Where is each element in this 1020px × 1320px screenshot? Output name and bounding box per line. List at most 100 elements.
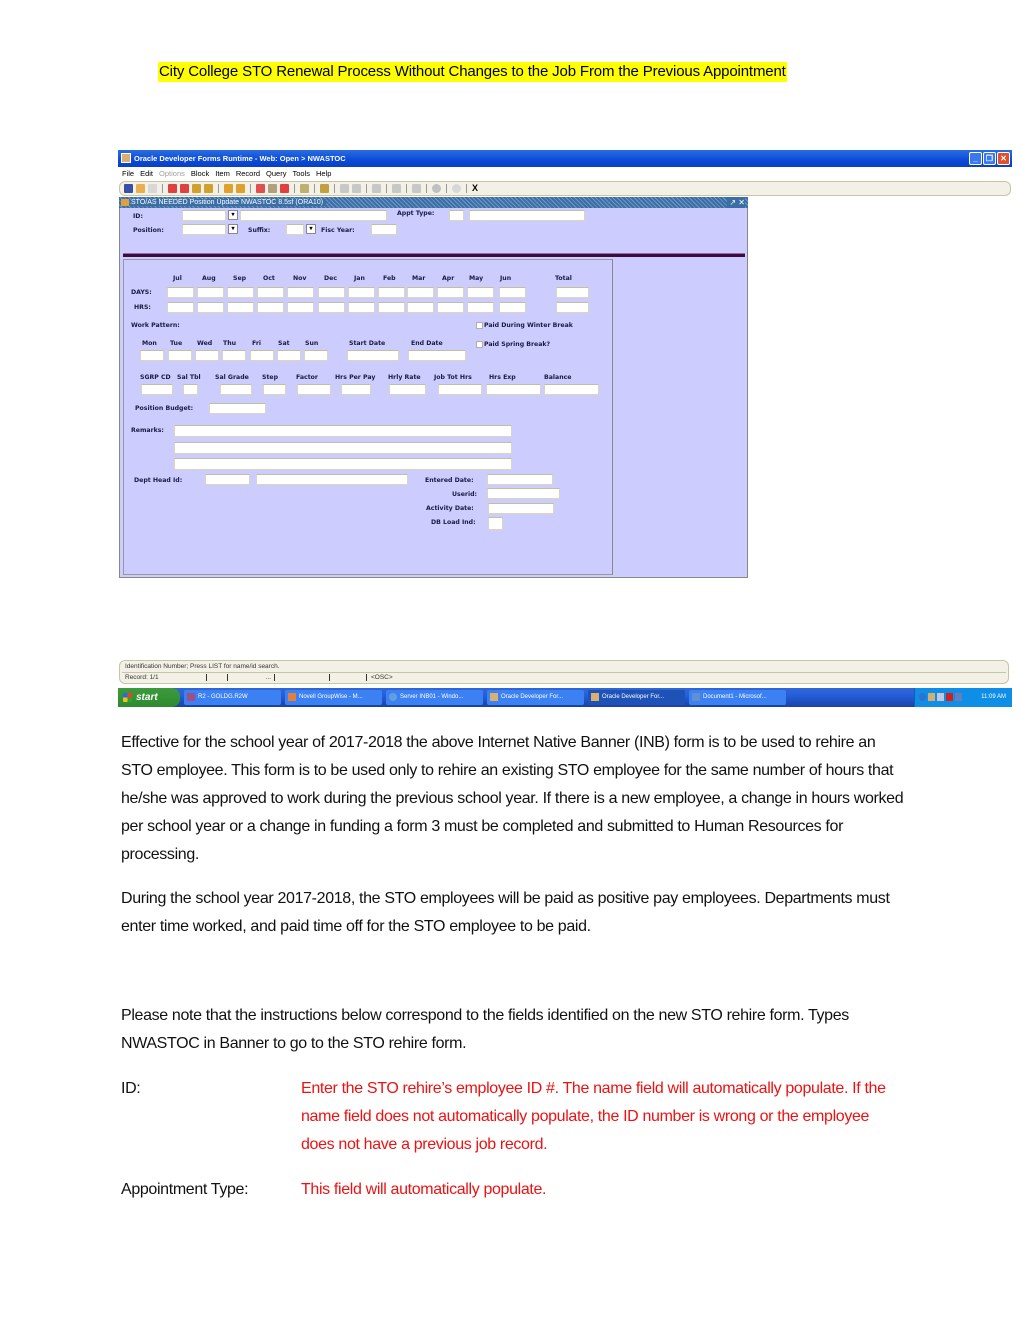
next-block-icon[interactable] xyxy=(180,184,189,193)
menu-help[interactable]: Help xyxy=(316,167,331,180)
menu-file[interactable]: File xyxy=(122,167,134,180)
export-icon[interactable] xyxy=(320,184,329,193)
previous-block-icon[interactable] xyxy=(168,184,177,193)
taskbar-item[interactable]: R2 - GOLDG.R2W xyxy=(184,690,281,705)
hrs-jun-input[interactable] xyxy=(499,302,526,313)
days-feb-input[interactable] xyxy=(378,287,405,298)
employee-name-field[interactable] xyxy=(240,210,387,221)
form-window-controls[interactable]: ↗ ✕ xyxy=(727,197,745,208)
menu-tools[interactable]: Tools xyxy=(292,167,310,180)
balance-input[interactable] xyxy=(544,384,599,395)
hrs-sep-input[interactable] xyxy=(227,302,254,313)
tray-mail-icon[interactable] xyxy=(937,693,944,701)
days-may-input[interactable] xyxy=(467,287,494,298)
insert-record-icon[interactable] xyxy=(256,184,265,193)
menu-edit[interactable]: Edit xyxy=(140,167,153,180)
menu-record[interactable]: Record xyxy=(236,167,260,180)
position-dropdown-button[interactable]: ▾ xyxy=(228,224,238,234)
paid-winter-break-checkbox[interactable] xyxy=(476,322,483,329)
hrly-rate-input[interactable] xyxy=(389,384,426,395)
taskbar-item-active[interactable]: Oracle Developer For... xyxy=(588,690,685,705)
appt-type-input[interactable] xyxy=(449,210,464,221)
hrs-feb-input[interactable] xyxy=(378,302,405,313)
menu-block[interactable]: Block xyxy=(191,167,209,180)
days-jan-input[interactable] xyxy=(348,287,375,298)
tray-expand-icon[interactable] xyxy=(919,693,926,701)
hrs-jul-input[interactable] xyxy=(167,302,194,313)
position-input[interactable] xyxy=(182,224,226,235)
close-button[interactable]: ✕ xyxy=(997,152,1010,165)
layout-icon[interactable] xyxy=(412,184,421,193)
hrs-nov-input[interactable] xyxy=(287,302,314,313)
userid-field[interactable] xyxy=(487,488,560,499)
work-pattern-fri-input[interactable] xyxy=(250,350,274,361)
hrs-may-input[interactable] xyxy=(467,302,494,313)
exit-icon[interactable]: X xyxy=(472,184,478,193)
tools-icon[interactable] xyxy=(392,184,401,193)
days-total-input[interactable] xyxy=(556,287,589,298)
position-budget-input[interactable] xyxy=(209,403,266,414)
print-icon[interactable] xyxy=(148,184,157,193)
work-pattern-wed-input[interactable] xyxy=(195,350,219,361)
taskbar-item[interactable]: Novell GroupWise - M... xyxy=(285,690,382,705)
step-input[interactable] xyxy=(263,384,286,395)
hrs-mar-input[interactable] xyxy=(407,302,434,313)
work-pattern-sun-input[interactable] xyxy=(304,350,328,361)
work-pattern-mon-input[interactable] xyxy=(140,350,164,361)
id-dropdown-button[interactable]: ▾ xyxy=(228,210,238,220)
rollback-icon[interactable] xyxy=(136,184,145,193)
suffix-dropdown-button[interactable]: ▾ xyxy=(306,224,316,234)
tray-network-icon[interactable] xyxy=(955,693,962,701)
remarks-line-3[interactable] xyxy=(174,458,512,470)
days-jul-input[interactable] xyxy=(167,287,194,298)
tray-antivirus-icon[interactable] xyxy=(946,693,953,701)
suffix-input[interactable] xyxy=(286,224,304,235)
menu-item[interactable]: Item xyxy=(215,167,230,180)
hrs-exp-input[interactable] xyxy=(486,384,541,395)
end-date-input[interactable] xyxy=(408,350,466,361)
hrs-oct-input[interactable] xyxy=(257,302,284,313)
db-load-ind-field[interactable] xyxy=(488,517,503,530)
days-oct-input[interactable] xyxy=(257,287,284,298)
hrs-apr-input[interactable] xyxy=(437,302,464,313)
days-aug-input[interactable] xyxy=(197,287,224,298)
remove-record-icon[interactable] xyxy=(280,184,289,193)
entered-date-field[interactable] xyxy=(487,474,553,485)
dept-head-id-input[interactable] xyxy=(205,474,250,485)
days-sep-input[interactable] xyxy=(227,287,254,298)
factor-input[interactable] xyxy=(297,384,331,395)
fisc-year-input[interactable] xyxy=(371,224,397,235)
minimize-button[interactable]: _ xyxy=(969,152,982,165)
days-dec-input[interactable] xyxy=(318,287,345,298)
hrs-total-input[interactable] xyxy=(556,302,589,313)
sgrp-cd-input[interactable] xyxy=(141,384,173,395)
tray-java-icon[interactable] xyxy=(928,693,935,701)
sal-tbl-input[interactable] xyxy=(183,384,198,395)
hrs-aug-input[interactable] xyxy=(197,302,224,313)
days-nov-input[interactable] xyxy=(287,287,314,298)
restore-button[interactable]: ❐ xyxy=(983,152,996,165)
days-mar-input[interactable] xyxy=(407,287,434,298)
work-pattern-sat-input[interactable] xyxy=(277,350,301,361)
taskbar-item[interactable]: Document1 - Microsof... xyxy=(689,690,786,705)
menu-query[interactable]: Query xyxy=(266,167,286,180)
remarks-line-2[interactable] xyxy=(174,442,512,454)
dept-head-name-field[interactable] xyxy=(256,474,408,485)
taskbar-item[interactable]: Oracle Developer For... xyxy=(487,690,584,705)
work-pattern-tue-input[interactable] xyxy=(168,350,192,361)
attachment-icon[interactable] xyxy=(300,184,309,193)
options-icon[interactable] xyxy=(352,184,361,193)
start-date-input[interactable] xyxy=(347,350,399,361)
next-record-icon[interactable] xyxy=(204,184,213,193)
days-apr-input[interactable] xyxy=(437,287,464,298)
sal-grade-input[interactable] xyxy=(220,384,252,395)
enter-query-icon[interactable] xyxy=(224,184,233,193)
execute-query-icon[interactable] xyxy=(236,184,245,193)
hrs-jan-input[interactable] xyxy=(348,302,375,313)
job-tot-hrs-input[interactable] xyxy=(438,384,482,395)
previous-record-icon[interactable] xyxy=(192,184,201,193)
remarks-line-1[interactable] xyxy=(174,425,512,437)
switch-icon[interactable] xyxy=(372,184,381,193)
paid-spring-break-checkbox[interactable] xyxy=(476,341,483,348)
taskbar-item[interactable]: Server INB01 - Windo... xyxy=(386,690,483,705)
